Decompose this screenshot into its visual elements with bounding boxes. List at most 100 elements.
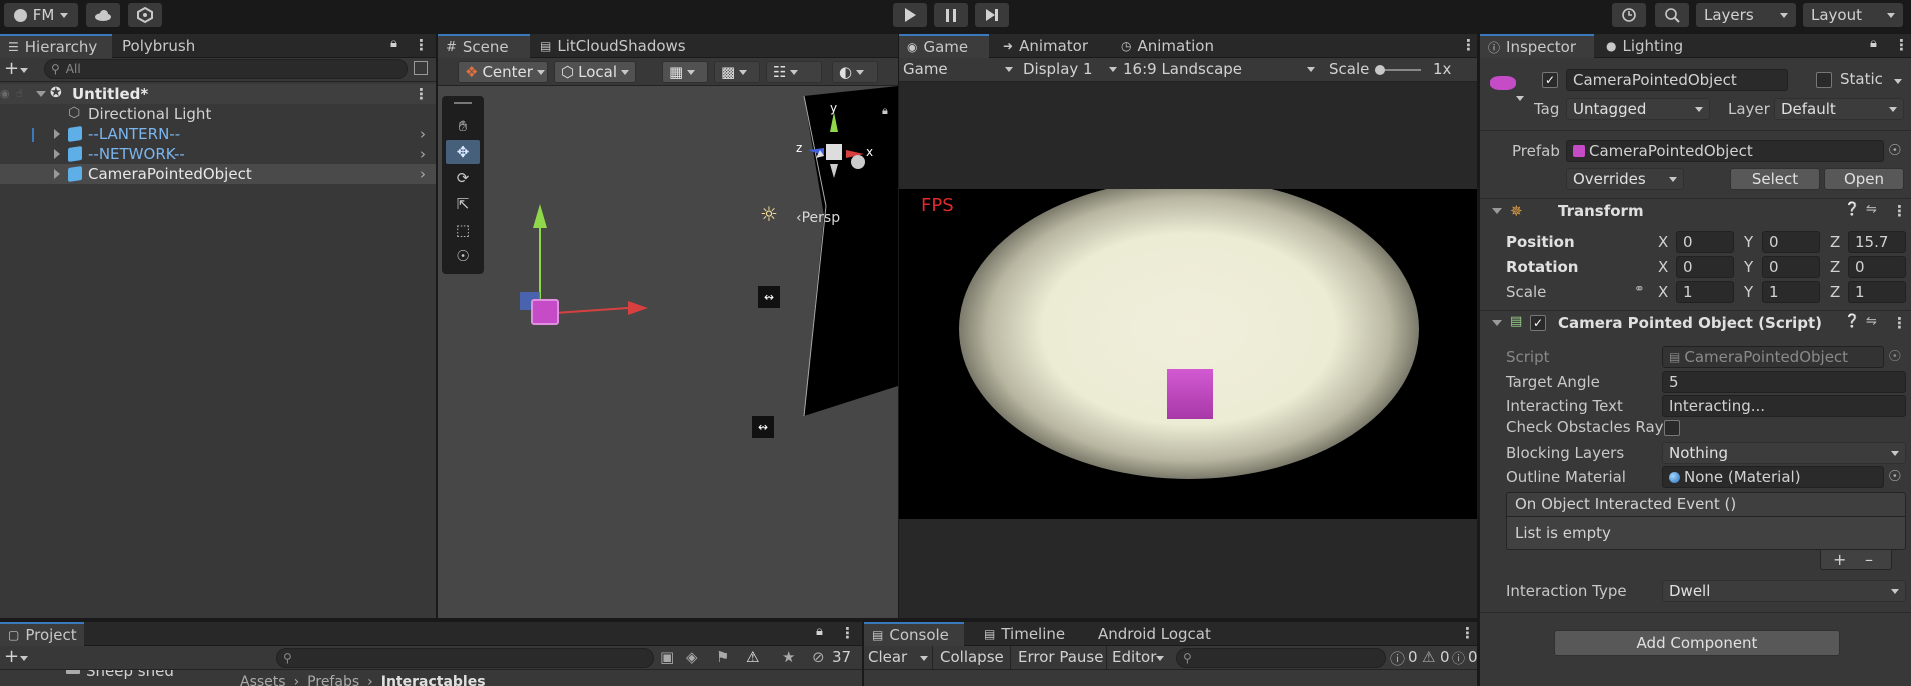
- project-search-input[interactable]: ⚲: [276, 648, 654, 668]
- rotation-y-input[interactable]: 0: [1762, 256, 1820, 278]
- tab-litcloudshadows[interactable]: ▤ LitCloudShadows: [532, 34, 694, 58]
- add-component-button[interactable]: Add Component: [1554, 630, 1840, 656]
- pickable-icon[interactable]: ☝: [16, 87, 23, 100]
- list-item[interactable]: ⬡ Directional Light: [0, 104, 436, 124]
- interacting-text-input[interactable]: Interacting...: [1662, 395, 1906, 417]
- error-filter-icon[interactable]: ⚠: [746, 648, 759, 666]
- info-icon[interactable]: ⓘ: [1390, 648, 1405, 669]
- hidden-icon[interactable]: ⊘: [812, 648, 825, 666]
- game-mode-dropdown[interactable]: Game: [903, 60, 1013, 78]
- grid-snap-dropdown[interactable]: ▦: [662, 61, 708, 83]
- layers-dropdown[interactable]: Layers: [1696, 3, 1796, 27]
- prefab-field[interactable]: CameraPointedObject: [1566, 140, 1884, 162]
- favorite-icon[interactable]: ★: [782, 648, 795, 666]
- scale-slider[interactable]: [1375, 65, 1421, 75]
- tab-project[interactable]: ▢ Project: [0, 622, 84, 646]
- visibility-icon[interactable]: ◉: [0, 87, 10, 100]
- lock-icon[interactable]: 🔒︎: [1870, 36, 1877, 51]
- kebab-menu-icon[interactable]: ⋮: [1460, 624, 1475, 642]
- transform-tool-icon[interactable]: ☉: [446, 244, 480, 268]
- add-event-button[interactable]: +: [1833, 550, 1846, 569]
- object-picker-icon[interactable]: ☉: [1888, 141, 1901, 159]
- game-view[interactable]: FPS: [899, 189, 1477, 519]
- editor-dropdown-icon[interactable]: [1156, 656, 1164, 661]
- space-dropdown[interactable]: ⬡ Local: [554, 61, 636, 83]
- transform-header[interactable]: ✵ Transform ❔ ⇋ ⋮: [1480, 199, 1911, 225]
- snap-increment-dropdown[interactable]: ▩: [714, 61, 760, 83]
- kebab-menu-icon[interactable]: ⋮: [1894, 36, 1909, 54]
- check-obstacles-checkbox[interactable]: [1664, 420, 1680, 436]
- select-button[interactable]: Select: [1730, 168, 1820, 190]
- remove-event-button[interactable]: –: [1865, 550, 1873, 569]
- tab-android-logcat[interactable]: Android Logcat: [1090, 622, 1219, 646]
- collapse-toggle[interactable]: Collapse: [940, 648, 1004, 666]
- play-button[interactable]: [893, 3, 927, 27]
- lock-icon[interactable]: 🔒︎: [390, 36, 397, 51]
- cloud-button[interactable]: [86, 3, 120, 27]
- error-icon[interactable]: ⓘ: [1452, 648, 1465, 667]
- list-item[interactable]: CameraPointedObject ›: [0, 164, 436, 184]
- add-icon[interactable]: +: [4, 58, 19, 79]
- tab-timeline[interactable]: ▤ Timeline: [976, 622, 1073, 646]
- list-item[interactable]: --NETWORK-- ›: [0, 144, 436, 164]
- lock-icon[interactable]: 🔒︎: [816, 624, 823, 639]
- target-angle-input[interactable]: 5: [1662, 371, 1906, 393]
- open-button[interactable]: Open: [1824, 168, 1904, 190]
- clear-dropdown-icon[interactable]: [920, 656, 928, 661]
- layer-dropdown[interactable]: Default: [1774, 98, 1904, 120]
- position-x-input[interactable]: 0: [1676, 231, 1734, 253]
- tag-dropdown[interactable]: Untagged: [1566, 98, 1710, 120]
- scene-gizmo[interactable]: y x z 🔒︎: [784, 102, 894, 212]
- position-y-input[interactable]: 0: [1762, 231, 1820, 253]
- position-z-input[interactable]: 15.7: [1848, 231, 1906, 253]
- static-checkbox[interactable]: [1816, 72, 1832, 88]
- tab-lighting[interactable]: ● Lighting: [1598, 34, 1691, 58]
- interaction-type-dropdown[interactable]: Dwell: [1662, 580, 1906, 602]
- chevron-right-icon[interactable]: ›: [420, 165, 426, 183]
- scene-row[interactable]: ◉ ☝ ✪ Untitled* ⋮: [0, 84, 436, 104]
- rotate-tool-icon[interactable]: ⟳: [446, 166, 480, 190]
- breadcrumb-item[interactable]: Assets: [240, 674, 286, 686]
- tab-inspector[interactable]: ⓘ Inspector: [1480, 34, 1594, 58]
- display-dropdown[interactable]: Display 1: [1023, 60, 1117, 78]
- tab-animation[interactable]: ◷ Animation: [1113, 34, 1222, 58]
- editor-dropdown[interactable]: Editor: [1112, 648, 1156, 666]
- outline-material-field[interactable]: None (Material): [1662, 466, 1884, 488]
- tab-hierarchy[interactable]: ☰ Hierarchy: [0, 34, 112, 58]
- history-button[interactable]: [1612, 3, 1646, 27]
- script-component-header[interactable]: ▤ ✓ Camera Pointed Object (Script) ❔ ⇋ ⋮: [1480, 311, 1911, 337]
- kebab-menu-icon[interactable]: ⋮: [1461, 36, 1476, 54]
- chevron-right-icon[interactable]: ›: [420, 125, 426, 143]
- tab-console[interactable]: ▤ Console: [864, 622, 964, 646]
- tab-polybrush[interactable]: Polybrush: [114, 34, 203, 58]
- tab-game[interactable]: ◉ Game: [899, 34, 989, 58]
- clear-button[interactable]: Clear: [868, 648, 907, 666]
- object-name-input[interactable]: CameraPointedObject: [1566, 69, 1788, 91]
- filter-type-icon[interactable]: ◈: [686, 648, 698, 666]
- error-pause-toggle[interactable]: Error Pause: [1018, 648, 1103, 666]
- scale-y-input[interactable]: 1: [1762, 281, 1820, 303]
- scale-tool-icon[interactable]: ⇱: [446, 192, 480, 216]
- component-enabled-checkbox[interactable]: ✓: [1530, 315, 1546, 331]
- projection-label[interactable]: ‹Persp: [796, 210, 840, 226]
- blocking-layers-dropdown[interactable]: Nothing: [1662, 442, 1906, 464]
- preset-icon[interactable]: ⇋: [1866, 202, 1877, 217]
- snap-settings-dropdown[interactable]: ☷: [766, 61, 822, 83]
- account-dropdown[interactable]: FM: [4, 3, 78, 27]
- move-tool-icon[interactable]: ✥: [446, 140, 480, 164]
- rotation-z-input[interactable]: 0: [1848, 256, 1906, 278]
- add-dropdown-icon[interactable]: [20, 656, 28, 661]
- object-picker-icon[interactable]: ☉: [1888, 467, 1901, 485]
- hierarchy-search-input[interactable]: ⚲ All: [44, 59, 408, 79]
- constrain-proportions-icon[interactable]: ⚭: [1634, 282, 1645, 297]
- search-type-icon[interactable]: ▣: [660, 648, 674, 666]
- scale-x-input[interactable]: 1: [1676, 281, 1734, 303]
- step-button[interactable]: [975, 3, 1009, 27]
- breadcrumb-item[interactable]: Interactables: [381, 674, 486, 686]
- hand-tool-icon[interactable]: ✋︎: [446, 114, 480, 138]
- list-item[interactable]: --LANTERN-- ›: [0, 124, 436, 144]
- add-dropdown-icon[interactable]: [20, 68, 28, 73]
- kebab-menu-icon[interactable]: ⋮: [840, 624, 855, 642]
- shading-dropdown[interactable]: ◐: [832, 61, 878, 83]
- scale-z-input[interactable]: 1: [1848, 281, 1906, 303]
